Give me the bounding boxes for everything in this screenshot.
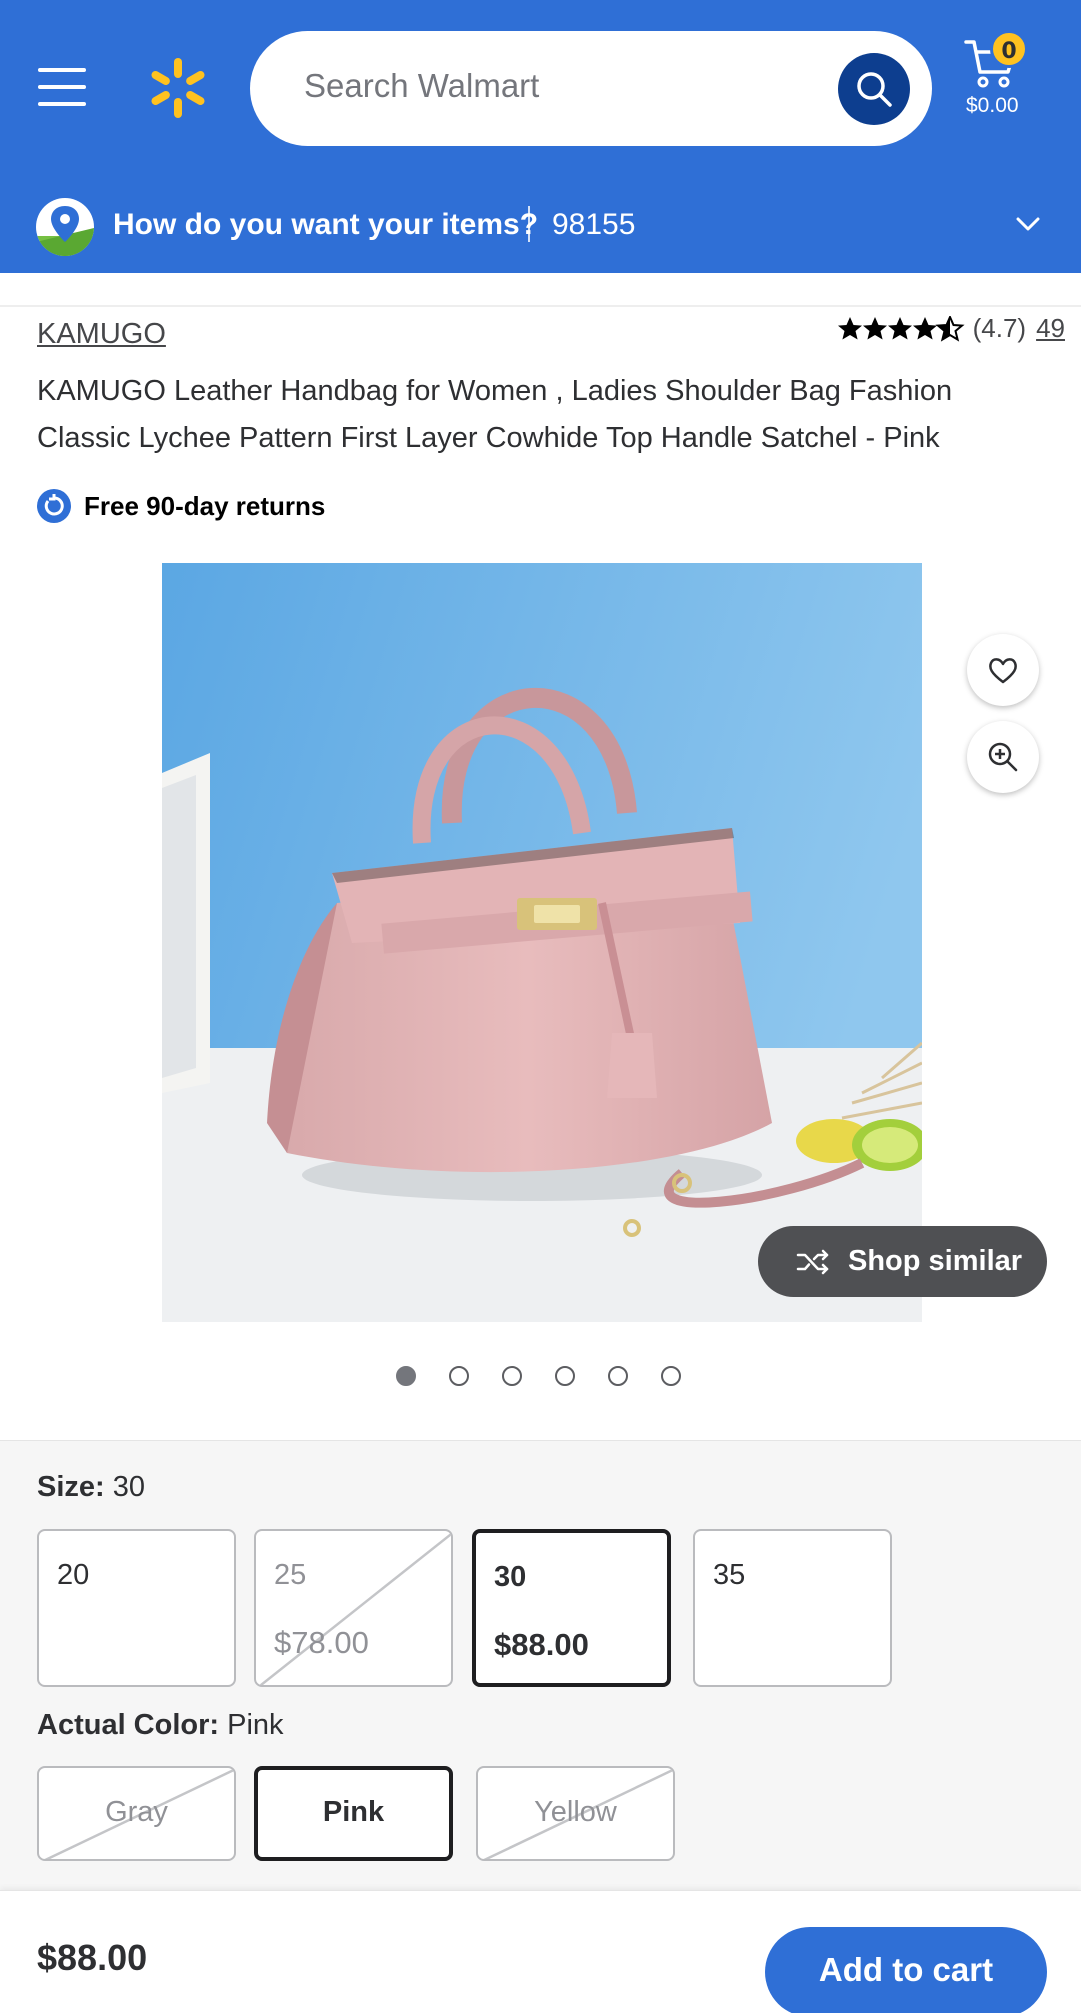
- carousel-dot[interactable]: [449, 1366, 469, 1386]
- search-icon: [857, 72, 892, 107]
- zoom-in-icon: [988, 742, 1018, 772]
- fulfillment-selector[interactable]: How do you want your items? 98155: [0, 190, 1081, 273]
- brand-link[interactable]: KAMUGO: [37, 318, 166, 351]
- size-option-25[interactable]: 25 $78.00: [254, 1529, 453, 1687]
- carousel-dot[interactable]: [396, 1366, 416, 1386]
- walmart-spark-logo[interactable]: [146, 56, 210, 120]
- variant-selector: Size: 30 20 25 $78.00 30 $88.00 35 Actua…: [0, 1440, 1081, 1890]
- cart-count-badge: 0: [990, 30, 1028, 68]
- carousel-dot[interactable]: [555, 1366, 575, 1386]
- cart-button[interactable]: 0 $0.00: [962, 30, 1072, 130]
- menu-icon[interactable]: [38, 68, 86, 108]
- section-tabs-strip: [0, 273, 1081, 307]
- shuffle-icon: [796, 1249, 829, 1274]
- color-option-pink[interactable]: Pink: [254, 1766, 453, 1861]
- size-selected-value: 30: [112, 1471, 146, 1503]
- fulfillment-question: How do you want your items?: [113, 208, 539, 241]
- size-option-size: 25: [274, 1559, 307, 1591]
- carousel-dot[interactable]: [661, 1366, 681, 1386]
- size-label: Size: 30: [37, 1471, 146, 1503]
- review-count-link[interactable]: 49: [1036, 313, 1065, 344]
- product-image[interactable]: [162, 563, 922, 1322]
- shop-similar-button[interactable]: Shop similar: [758, 1226, 1047, 1297]
- price: $88.00: [37, 1937, 148, 1978]
- color-option-label: Pink: [322, 1796, 385, 1828]
- returns-icon: [37, 489, 71, 523]
- search-input[interactable]: Search Walmart: [304, 67, 539, 105]
- search-bar[interactable]: Search Walmart: [250, 31, 932, 146]
- favorite-button[interactable]: [967, 634, 1039, 706]
- heart-icon: [989, 658, 1017, 684]
- divider: [528, 206, 530, 242]
- location-pin-icon: [36, 198, 94, 256]
- cart-total: $0.00: [966, 94, 1019, 117]
- star-rating-icon: [837, 315, 965, 342]
- color-option-label: Gray: [105, 1796, 168, 1828]
- rating-summary[interactable]: (4.7) 49: [837, 313, 1065, 344]
- chevron-down-icon[interactable]: [1014, 210, 1042, 238]
- color-option-label: Yellow: [534, 1796, 617, 1828]
- product-title: KAMUGO Leather Handbag for Women , Ladie…: [37, 375, 953, 454]
- size-option-price: $88.00: [494, 1627, 589, 1662]
- size-option-size: 30: [494, 1561, 527, 1593]
- size-option-35[interactable]: 35: [693, 1529, 892, 1687]
- color-label: Actual Color: Pink: [37, 1709, 284, 1741]
- add-to-cart-button[interactable]: Add to cart: [765, 1927, 1047, 2013]
- size-option-size: 20: [57, 1559, 90, 1591]
- zip-code: 98155: [552, 208, 636, 241]
- size-option-20[interactable]: 20: [37, 1529, 236, 1687]
- rating-value: (4.7): [972, 313, 1027, 343]
- size-option-30[interactable]: 30 $88.00: [472, 1529, 671, 1687]
- color-option-yellow[interactable]: Yellow: [476, 1766, 675, 1861]
- returns-text: Free 90-day returns: [84, 490, 326, 521]
- returns-badge: Free 90-day returns: [37, 489, 325, 523]
- color-selected-value: Pink: [227, 1709, 284, 1741]
- shop-similar-label: Shop similar: [848, 1245, 1023, 1277]
- carousel-dot[interactable]: [502, 1366, 522, 1386]
- top-header: Search Walmart 0 $0.00 How do you want y…: [0, 0, 1081, 273]
- image-carousel-dots: [396, 1366, 714, 1386]
- search-button[interactable]: [838, 53, 910, 125]
- zoom-button[interactable]: [967, 721, 1039, 793]
- size-option-size: 35: [713, 1559, 746, 1591]
- color-option-gray[interactable]: Gray: [37, 1766, 236, 1861]
- carousel-dot[interactable]: [608, 1366, 628, 1386]
- bottom-action-bar: $88.00 Add to cart: [0, 1890, 1081, 2013]
- size-option-price: $78.00: [274, 1625, 369, 1660]
